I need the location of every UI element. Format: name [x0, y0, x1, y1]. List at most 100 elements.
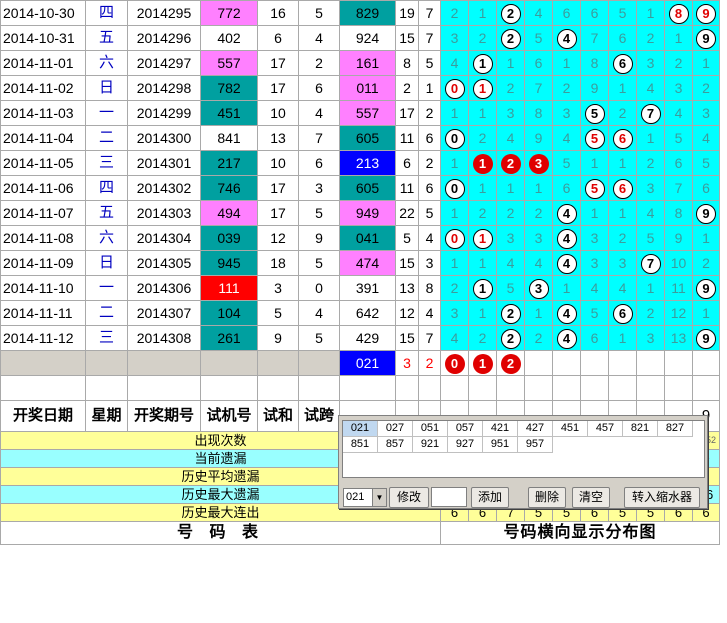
omission-value: 10: [670, 255, 687, 271]
dist-cell: 6: [608, 25, 637, 51]
prediction-row: 021 3 2 0 1 2: [0, 350, 720, 376]
predict-dist-cell: [692, 350, 720, 376]
hit-ball: 5: [584, 179, 605, 200]
draw-date: 2014-11-05: [0, 150, 86, 176]
issue-number: 2014296: [127, 25, 201, 51]
dist-cell: 5: [692, 150, 720, 176]
draw-date: 2014-11-09: [0, 250, 86, 276]
dist-cell: 4: [552, 125, 581, 151]
draw-span: 4: [418, 300, 441, 326]
add-button[interactable]: 添加: [471, 487, 509, 508]
draw-span: 6: [418, 125, 441, 151]
issue-number: 2014302: [127, 175, 201, 201]
candidate-item[interactable]: 427: [518, 421, 553, 437]
omission-value: 2: [478, 30, 487, 46]
test-span: 2: [298, 50, 340, 76]
omission-value: 9: [534, 130, 543, 146]
candidate-item[interactable]: 921: [413, 437, 448, 453]
candidate-combo[interactable]: 021 ▼: [343, 488, 387, 507]
candidate-item[interactable]: 851: [343, 437, 378, 453]
empty-cell: [200, 350, 258, 376]
dist-cell: 7: [636, 250, 665, 276]
weekday: 四: [85, 0, 128, 26]
issue-number: 2014303: [127, 200, 201, 226]
table-row: 2014-10-31 五 2014296 402 6 4 924 15 7 3 2 2 5 4 7 6 2 1 9: [0, 25, 720, 51]
hit-ball: 7: [640, 104, 661, 125]
omission-value: 1: [618, 155, 627, 171]
omission-value: 1: [618, 80, 627, 96]
test-number: 451: [200, 100, 258, 126]
header-tk: 试跨: [298, 400, 340, 432]
modify-button[interactable]: 修改: [389, 487, 429, 508]
delete-button[interactable]: 删除: [528, 487, 566, 508]
omission-value: 2: [646, 155, 655, 171]
candidate-item[interactable]: 457: [588, 421, 623, 437]
table-row: 2014-10-30 四 2014295 772 16 5 829 19 7 2 1 2 4 6 6 5 1 8 9: [0, 0, 720, 26]
candidate-item[interactable]: 057: [448, 421, 483, 437]
dist-cell: 5: [496, 275, 525, 301]
omission-value: 3: [702, 105, 710, 121]
omission-value: 3: [618, 255, 627, 271]
draw-date: 2014-11-07: [0, 200, 86, 226]
draw-date: 2014-11-12: [0, 325, 86, 351]
weekday: 一: [85, 275, 128, 301]
omission-value: 1: [450, 255, 459, 271]
hit-ball: 8: [668, 4, 689, 25]
dist-cell: 6: [608, 300, 637, 326]
weekday: 日: [85, 75, 128, 101]
candidate-item[interactable]: 927: [448, 437, 483, 453]
candidate-item[interactable]: 421: [483, 421, 518, 437]
candidate-item[interactable]: 451: [553, 421, 588, 437]
dist-cell: 2: [496, 0, 525, 26]
test-sum: 6: [257, 25, 299, 51]
issue-number: 2014295: [127, 0, 201, 26]
omission-value: 1: [702, 230, 710, 246]
candidate-item[interactable]: 821: [623, 421, 658, 437]
dist-cell: 3: [580, 225, 609, 251]
dist-cell: 2: [496, 300, 525, 326]
dist-cell: 7: [664, 175, 693, 201]
issue-number: 2014304: [127, 225, 201, 251]
candidate-item[interactable]: 957: [518, 437, 553, 453]
issue-number: 2014306: [127, 275, 201, 301]
omission-value: 1: [478, 255, 487, 271]
draw-sum: 5: [395, 225, 419, 251]
candidate-list[interactable]: 021 027 051 057 421 427 451 457 821 827 851 857 921 9…: [342, 420, 705, 478]
omission-value: 1: [478, 305, 487, 321]
dist-cell: 4: [552, 25, 581, 51]
dist-cell: 12: [664, 300, 693, 326]
omission-value: 9: [674, 230, 683, 246]
load-shrinker-button[interactable]: 转入缩水器: [624, 487, 700, 508]
dist-cell: 2: [440, 0, 469, 26]
candidate-item[interactable]: 051: [413, 421, 448, 437]
omission-value: 4: [534, 255, 543, 271]
omission-value: 4: [590, 280, 599, 296]
hit-ball: 5: [584, 129, 605, 150]
dist-cell: 5: [664, 125, 693, 151]
empty-cell: [580, 375, 609, 401]
dist-cell: 1: [636, 0, 665, 26]
omission-value: 2: [674, 55, 683, 71]
empty-cell: [552, 375, 581, 401]
clear-button[interactable]: 清空: [572, 487, 610, 508]
candidate-item[interactable]: 857: [378, 437, 413, 453]
draw-date: 2014-10-30: [0, 0, 86, 26]
test-span: 3: [298, 175, 340, 201]
dist-cell: 1: [636, 125, 665, 151]
issue-number: 2014301: [127, 150, 201, 176]
candidate-item[interactable]: 827: [658, 421, 693, 437]
dist-cell: 1: [524, 300, 553, 326]
predict-dist-cell: [524, 350, 553, 376]
empty-cell: [636, 375, 665, 401]
candidate-item[interactable]: 027: [378, 421, 413, 437]
test-sum: 10: [257, 100, 299, 126]
candidate-item[interactable]: 021: [343, 421, 378, 437]
candidate-item[interactable]: 951: [483, 437, 518, 453]
number-input[interactable]: [431, 487, 467, 507]
dist-cell: 2: [524, 325, 553, 351]
chevron-down-icon[interactable]: ▼: [372, 489, 386, 506]
draw-date: 2014-11-11: [0, 300, 86, 326]
issue-number: 2014307: [127, 300, 201, 326]
draw-sum: 15: [395, 25, 419, 51]
omission-value: 2: [646, 305, 655, 321]
